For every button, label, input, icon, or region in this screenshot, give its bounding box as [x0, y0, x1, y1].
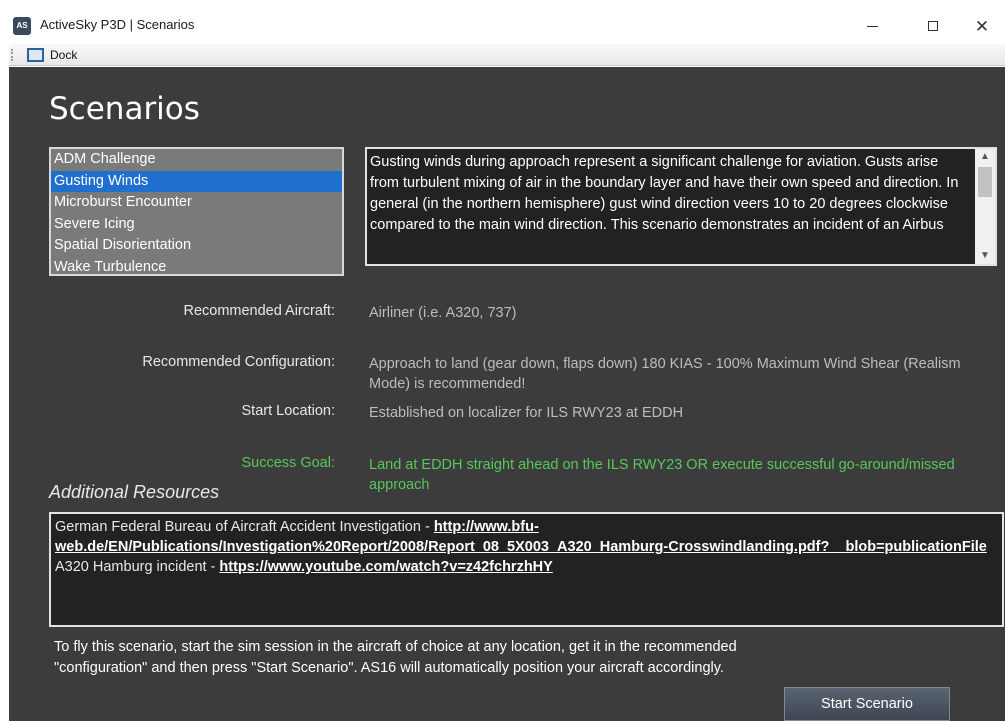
scenario-item[interactable]: Spatial Disorientation — [51, 235, 342, 257]
scenario-list[interactable]: ADM Challenge Gusting Winds Microburst E… — [49, 147, 344, 276]
start-location-value: Established on localizer for ILS RWY23 a… — [369, 405, 684, 421]
scroll-thumb[interactable] — [978, 167, 992, 197]
main-panel: Scenarios ADM Challenge Gusting Winds Mi… — [9, 67, 1005, 721]
app-icon: AS — [13, 17, 31, 35]
resource-link[interactable]: https://www.youtube.com/watch?v=z42fchrz… — [219, 559, 552, 575]
dock-button[interactable]: Dock — [50, 48, 77, 62]
start-location-label: Start Location: — [241, 403, 336, 419]
maximize-button[interactable] — [910, 8, 956, 44]
description-scrollbar[interactable]: ▲ ▼ — [975, 149, 995, 264]
minimize-button[interactable] — [849, 8, 895, 44]
resource-line: A320 Hamburg incident - https://www.yout… — [55, 557, 998, 577]
toolbar-grip-icon[interactable] — [11, 49, 13, 61]
scroll-down-icon[interactable]: ▼ — [975, 248, 995, 264]
page-title: Scenarios — [49, 91, 200, 127]
description-text: Gusting winds during approach represent … — [370, 154, 959, 233]
resources-box: German Federal Bureau of Aircraft Accide… — [49, 512, 1004, 627]
scenario-item[interactable]: Microburst Encounter — [51, 192, 342, 214]
resource-label: A320 Hamburg incident - — [55, 559, 220, 575]
title-bar: AS ActiveSky P3D | Scenarios ✕ — [9, 8, 1005, 44]
scenario-item[interactable]: ADM Challenge — [51, 149, 342, 171]
resources-heading: Additional Resources — [49, 482, 220, 502]
success-goal-value: Land at EDDH straight ahead on the ILS R… — [369, 457, 955, 493]
maximize-icon — [928, 21, 938, 31]
aircraft-value: Airliner (i.e. A320, 737) — [369, 305, 517, 321]
scenario-item[interactable]: Wake Turbulence — [51, 257, 342, 279]
aircraft-label: Recommended Aircraft: — [183, 303, 335, 319]
scenario-item[interactable]: Severe Icing — [51, 214, 342, 236]
configuration-value: Approach to land (gear down, flaps down)… — [369, 356, 961, 392]
dock-icon[interactable] — [27, 48, 44, 62]
window-title: ActiveSky P3D | Scenarios — [40, 17, 195, 32]
toolbar: Dock — [9, 44, 1005, 66]
close-icon: ✕ — [974, 16, 990, 36]
instructions-text: To fly this scenario, start the sim sess… — [54, 639, 737, 676]
configuration-label: Recommended Configuration: — [142, 354, 335, 370]
scroll-up-icon[interactable]: ▲ — [975, 149, 995, 165]
description-box[interactable]: Gusting winds during approach represent … — [365, 147, 997, 266]
resource-line: German Federal Bureau of Aircraft Accide… — [55, 517, 998, 557]
top-strip — [0, 0, 1005, 8]
close-button[interactable]: ✕ — [959, 8, 1005, 44]
minimize-icon — [866, 25, 878, 27]
start-scenario-button[interactable]: Start Scenario — [784, 687, 950, 721]
scenario-item-selected[interactable]: Gusting Winds — [51, 170, 342, 192]
left-strip — [0, 0, 9, 721]
success-goal-label: Success Goal: — [241, 455, 336, 471]
resource-label: German Federal Bureau of Aircraft Accide… — [55, 519, 434, 535]
